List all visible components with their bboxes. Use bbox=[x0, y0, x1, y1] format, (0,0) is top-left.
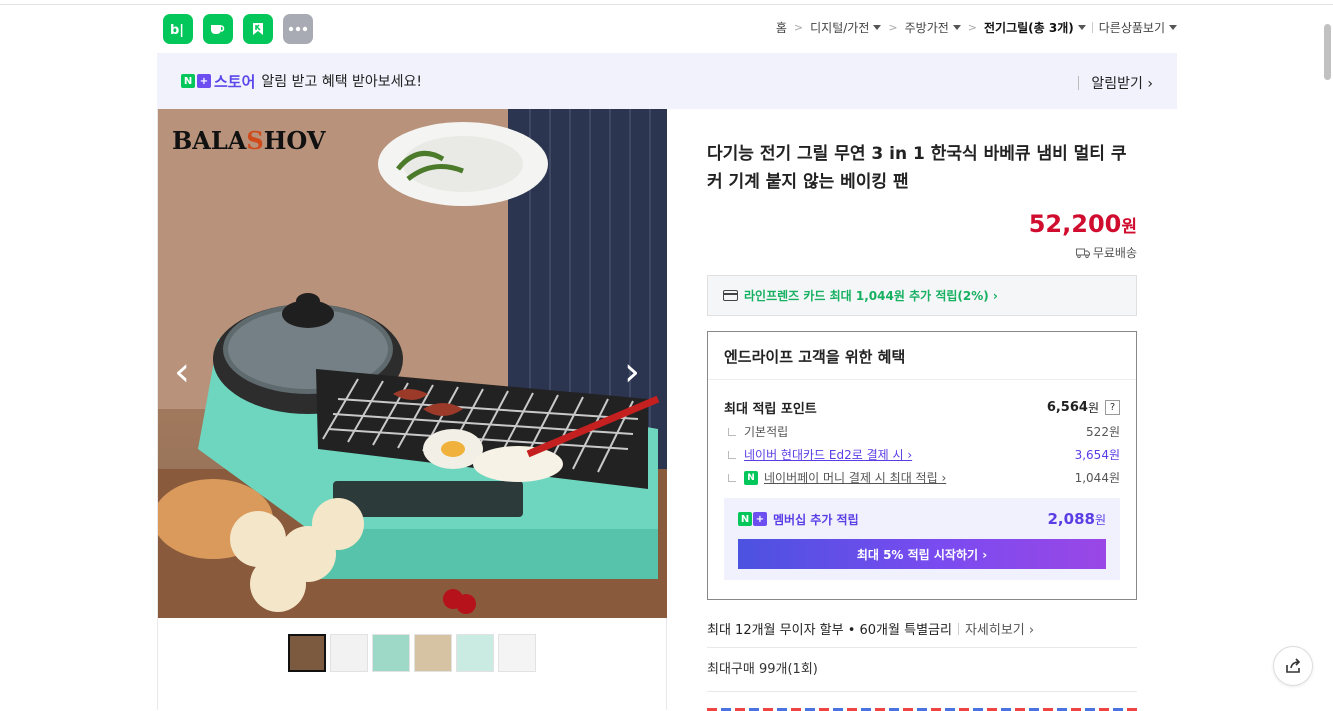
thumbnail-1[interactable] bbox=[288, 634, 326, 672]
cafe-app-icon[interactable] bbox=[203, 14, 233, 44]
max-points-amount: 6,564 원 ? bbox=[1047, 398, 1120, 417]
breadcrumb-divider bbox=[1091, 22, 1093, 33]
share-button[interactable] bbox=[1273, 646, 1313, 686]
membership-start-button[interactable]: 최대 5% 적립 시작하기 › bbox=[738, 539, 1106, 569]
n-icon: N bbox=[738, 512, 752, 526]
service-shortcuts: b| bbox=[163, 14, 313, 44]
chevron-down-icon[interactable] bbox=[873, 25, 882, 30]
breadcrumb-separator-icon: > bbox=[967, 21, 977, 34]
max-points-label: 최대 적립 포인트 bbox=[724, 402, 817, 417]
benefit-row-value: 522원 bbox=[1086, 425, 1120, 439]
naver-pay-link[interactable]: 네이버페이 머니 결제 시 최대 적립 › bbox=[764, 469, 946, 486]
banner-message: 알림 받고 혜택 받아보세요! bbox=[261, 74, 423, 90]
plus-icon: + bbox=[197, 74, 211, 88]
price-unit: 원 bbox=[1121, 217, 1137, 237]
blog-app-icon[interactable]: b| bbox=[163, 14, 193, 44]
card-offer-text[interactable]: 라인프렌즈 카드 최대 1,044원 추가 적립(2%) › bbox=[744, 287, 998, 304]
installment-info: 최대 12개월 무이자 할부 • 60개월 특별금리 자세히보기 › bbox=[707, 616, 1137, 648]
chevron-down-icon[interactable] bbox=[1169, 25, 1177, 30]
benefit-row-card: 네이버 현대카드 Ed2로 결제 시 › 3,654원 bbox=[724, 446, 1120, 463]
membership-unit: 원 bbox=[1094, 513, 1106, 527]
card-offer[interactable]: 라인프렌즈 카드 최대 1,044원 추가 적립(2%) › bbox=[707, 275, 1137, 316]
more-apps-icon[interactable] bbox=[283, 14, 313, 44]
tree-line-icon bbox=[728, 473, 736, 482]
credit-card-icon bbox=[723, 290, 738, 301]
thumbnail-4[interactable] bbox=[414, 634, 452, 672]
breadcrumb-separator-icon: > bbox=[888, 21, 898, 34]
plus-icon: + bbox=[753, 512, 767, 526]
truck-icon bbox=[1075, 248, 1090, 259]
benefit-row-basic: 기본적립 522원 bbox=[724, 423, 1120, 440]
breadcrumb-separator-icon: > bbox=[793, 21, 804, 34]
thumbnail-5[interactable] bbox=[456, 634, 494, 672]
breadcrumb-level2[interactable]: 주방가전 bbox=[905, 19, 949, 36]
max-points-value: 6,564 bbox=[1046, 400, 1088, 415]
membership-row: N + 멤버십 추가 적립 2,088원 bbox=[738, 510, 1106, 528]
benefit-row-npay: N 네이버페이 머니 결제 시 최대 적립 › 1,044원 bbox=[724, 469, 1120, 486]
max-points-unit: 원 bbox=[1087, 401, 1099, 415]
next-image-icon[interactable]: › bbox=[624, 349, 640, 395]
benefit-heading: 엔드라이프 고객을 위한 혜택 bbox=[708, 332, 1136, 380]
breadcrumb-current[interactable]: 전기그릴(총 3개) bbox=[984, 19, 1074, 36]
svg-text:b|: b| bbox=[170, 23, 184, 37]
tree-line-icon bbox=[728, 427, 736, 436]
previous-image-icon[interactable]: ‹ bbox=[174, 349, 190, 395]
naver-pay-icon: N bbox=[744, 470, 758, 485]
brand-logo: BALASHOV bbox=[172, 126, 326, 155]
notification-banner: N + 스토어 알림 받고 혜택 받아보세요! 알림받기 › bbox=[157, 53, 1177, 109]
installment-text: 최대 12개월 무이자 할부 • 60개월 특별금리 bbox=[707, 623, 952, 638]
product-info: 다기능 전기 그릴 무연 3 in 1 한국식 바베큐 냄비 멀티 쿠커 기계 … bbox=[707, 109, 1137, 711]
benefit-row-value: 1,044원 bbox=[1074, 471, 1120, 485]
product-gallery: BALASHOV ‹ › bbox=[157, 109, 667, 710]
benefit-box: 엔드라이프 고객을 위한 혜택 최대 적립 포인트 6,564 원 ? 기본적립 … bbox=[707, 331, 1137, 600]
shipping-text: 무료배송 bbox=[1092, 246, 1137, 260]
max-points-row: 최대 적립 포인트 6,564 원 ? bbox=[724, 398, 1120, 417]
price-value: 52,200 bbox=[1028, 210, 1122, 238]
breadcrumb-home[interactable]: 홈 bbox=[776, 19, 787, 36]
tree-line-icon bbox=[728, 450, 736, 459]
n-icon: N bbox=[181, 74, 195, 88]
help-icon[interactable]: ? bbox=[1105, 400, 1120, 415]
membership-label: 멤버십 추가 적립 bbox=[773, 512, 859, 527]
max-purchase: 최대구매 99개(1회) bbox=[707, 648, 1137, 692]
naver-plus-logo: N + bbox=[181, 74, 211, 88]
breadcrumb-level1[interactable]: 디지털/가전 bbox=[810, 19, 869, 36]
product-title: 다기능 전기 그릴 무연 3 in 1 한국식 바베큐 냄비 멀티 쿠커 기계 … bbox=[707, 144, 1127, 192]
hyundai-card-link[interactable]: 네이버 현대카드 Ed2로 결제 시 › bbox=[744, 446, 912, 463]
thumbnail-2[interactable] bbox=[330, 634, 368, 672]
benefit-row-label: 기본적립 bbox=[744, 425, 789, 439]
thumbnail-3[interactable] bbox=[372, 634, 410, 672]
product-page: b| 홈 > 디지털/가전 > 주방가전 > 전기그릴(총 3개) 다른상품보기… bbox=[157, 0, 1177, 711]
thumbnail-strip bbox=[288, 634, 536, 672]
benefit-row-value: 3,654원 bbox=[1074, 448, 1120, 462]
alarm-button[interactable]: 알림받기 › bbox=[1078, 73, 1153, 93]
scrollbar-thumb[interactable] bbox=[1324, 24, 1331, 80]
membership-box: N + 멤버십 추가 적립 2,088원 최대 5% 적립 시작하기 › bbox=[724, 498, 1120, 580]
thumbnail-6[interactable] bbox=[498, 634, 536, 672]
chevron-down-icon[interactable] bbox=[1077, 25, 1086, 30]
membership-value: 2,088 bbox=[1047, 510, 1095, 528]
breadcrumb: 홈 > 디지털/가전 > 주방가전 > 전기그릴(총 3개) 다른상품보기 bbox=[776, 19, 1177, 36]
other-products-link[interactable]: 다른상품보기 bbox=[1099, 19, 1165, 36]
store-label: 스토어 bbox=[214, 72, 256, 91]
shipping-info: 무료배송 bbox=[707, 244, 1137, 261]
share-icon bbox=[1286, 658, 1301, 673]
installment-more-link[interactable]: 자세히보기 › bbox=[958, 619, 1034, 638]
bookmark-app-icon[interactable] bbox=[243, 14, 273, 44]
product-price: 52,200원 bbox=[707, 210, 1137, 238]
chevron-down-icon[interactable] bbox=[952, 25, 961, 30]
membership-amount: 2,088원 bbox=[1048, 510, 1107, 528]
main-product-image[interactable]: BALASHOV ‹ › bbox=[158, 109, 667, 618]
